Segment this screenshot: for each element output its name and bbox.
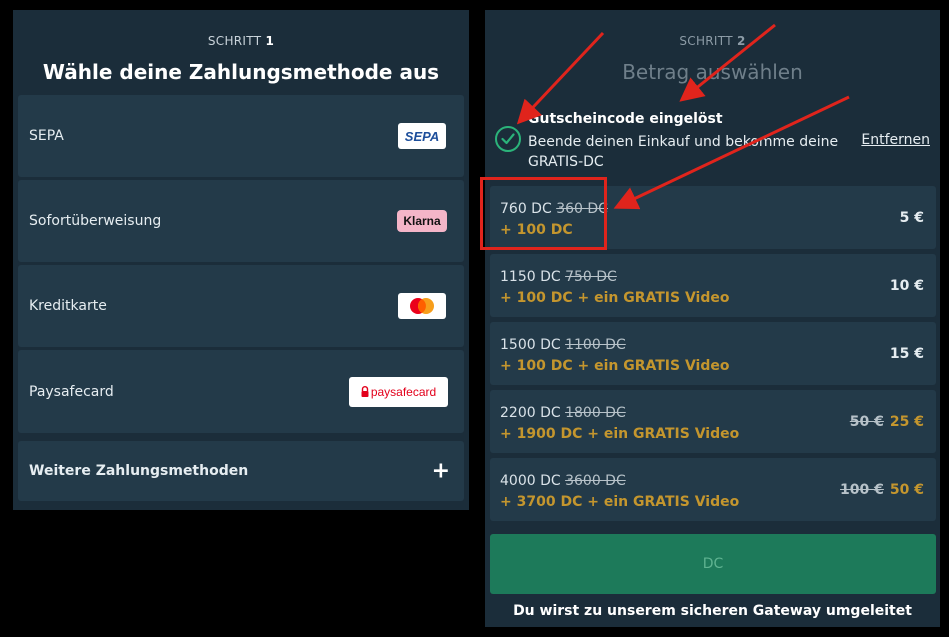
arrow-icon (516, 31, 605, 125)
arrow-icon (679, 23, 776, 102)
annotation-arrows (516, 23, 850, 210)
arrow-icon (613, 95, 850, 210)
